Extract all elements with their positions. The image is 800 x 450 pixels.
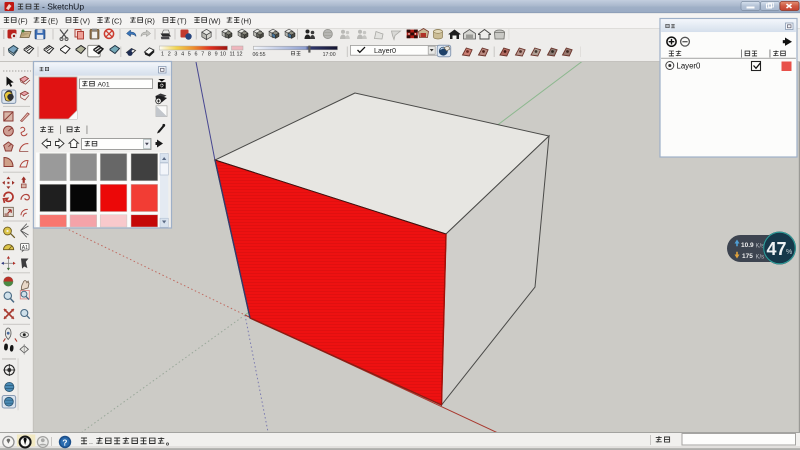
svg-text:(W): (W) <box>209 17 222 26</box>
svg-text:47: 47 <box>767 239 787 259</box>
svg-text:(F): (F) <box>18 17 28 26</box>
svg-text:?: ? <box>62 437 67 447</box>
svg-text:Layer0: Layer0 <box>374 46 396 55</box>
svg-text:06:55: 06:55 <box>253 52 266 58</box>
svg-text:4: 4 <box>181 52 184 58</box>
svg-text:2: 2 <box>168 52 171 58</box>
svg-text:3: 3 <box>174 52 177 58</box>
svg-text:5: 5 <box>188 52 191 58</box>
svg-text:Layer0: Layer0 <box>677 62 702 71</box>
svg-text:(E): (E) <box>48 17 59 26</box>
svg-text:(V): (V) <box>80 17 91 26</box>
svg-text:(H): (H) <box>241 17 252 26</box>
svg-text:10: 10 <box>220 52 226 58</box>
svg-text:A1: A1 <box>22 245 28 251</box>
svg-text:- SketchUp: - SketchUp <box>42 2 84 12</box>
svg-text:175: 175 <box>742 253 753 260</box>
svg-text:K/s: K/s <box>756 255 765 261</box>
svg-text:A01: A01 <box>98 82 110 89</box>
svg-text:12: 12 <box>237 52 243 58</box>
svg-text:(T): (T) <box>177 17 187 26</box>
svg-text:K/s: K/s <box>756 244 765 250</box>
svg-text:7: 7 <box>201 52 204 58</box>
svg-text:(C): (C) <box>112 17 123 26</box>
svg-text:17:00: 17:00 <box>323 52 336 58</box>
svg-text:9: 9 <box>215 52 218 58</box>
svg-text:8: 8 <box>208 52 211 58</box>
svg-text:..: .. <box>89 439 93 446</box>
svg-text:6: 6 <box>195 52 198 58</box>
svg-text:1: 1 <box>161 52 164 58</box>
svg-text:11: 11 <box>230 52 236 58</box>
svg-text:(R): (R) <box>145 17 156 26</box>
svg-text:%: % <box>786 249 792 256</box>
svg-text:10.9: 10.9 <box>741 242 754 249</box>
